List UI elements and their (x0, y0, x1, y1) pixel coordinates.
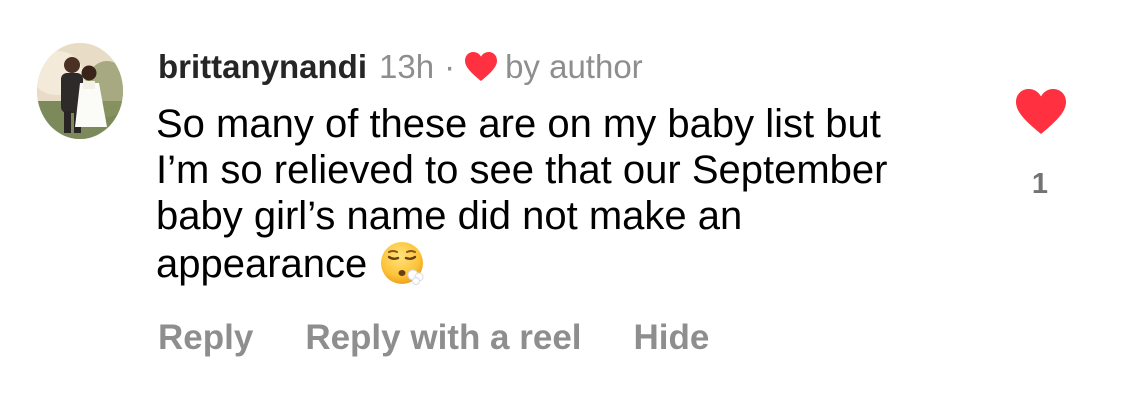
comment-line: appearance (156, 242, 368, 286)
separator-dot: · (444, 48, 456, 85)
avatar[interactable] (37, 43, 123, 139)
comment-text: So many of these are on my baby list but… (156, 101, 986, 287)
heart-icon (465, 52, 498, 82)
hide-button[interactable]: Hide (634, 318, 710, 358)
timestamp: 13h (379, 48, 435, 85)
reply-with-reel-button[interactable]: Reply with a reel (305, 318, 581, 358)
face-exhaling-emoji (379, 239, 427, 287)
like-count: 1 (1031, 168, 1049, 200)
like-button[interactable] (1015, 88, 1067, 136)
username[interactable]: brittanynandi (158, 48, 367, 86)
comment-actions: Reply Reply with a reel Hide (158, 316, 709, 360)
reply-button[interactable]: Reply (158, 318, 253, 358)
comment-last-line: appearance (156, 239, 986, 287)
heart-icon (1016, 89, 1066, 134)
by-author-label: by author (505, 48, 643, 85)
comment-line: So many of these are on my baby list but (156, 102, 881, 146)
avatar-photo (37, 43, 123, 139)
comment-line: baby girl’s name did not make an (156, 194, 743, 238)
comment-header: brittanynandi 13h · by author (158, 44, 643, 90)
comment-line: I’m so relieved to see that our Septembe… (156, 148, 888, 192)
